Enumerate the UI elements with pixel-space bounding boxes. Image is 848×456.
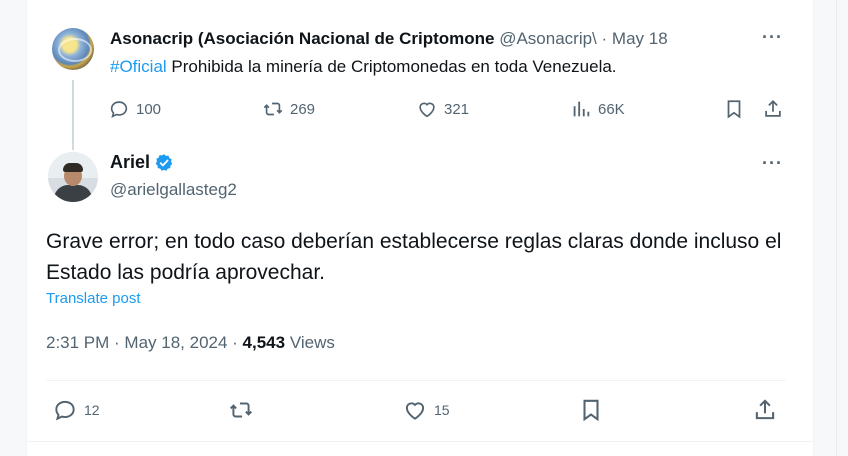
like-count: 15 xyxy=(434,402,450,418)
reply-icon xyxy=(55,400,75,421)
repost-icon xyxy=(263,102,283,116)
column-border xyxy=(836,0,837,456)
quoted-tweet-text: #Oficial Prohibida la minería de Criptom… xyxy=(110,56,617,78)
quoted-date[interactable]: May 18 xyxy=(612,29,668,48)
reply-icon xyxy=(110,101,128,118)
quoted-like-button[interactable]: 321 xyxy=(416,98,469,120)
reply-views-count: 4,543 xyxy=(242,333,286,352)
quoted-views-count: 66K xyxy=(598,100,625,118)
bookmark-icon[interactable] xyxy=(578,397,604,423)
reply-header: Ariel xyxy=(110,152,174,173)
action-divider xyxy=(46,380,786,381)
asonacrip-avatar[interactable] xyxy=(52,28,94,70)
reply-views-label: Views xyxy=(285,333,335,352)
reply-button[interactable]: 12 xyxy=(52,397,100,423)
reply-body-text: Grave error; en todo caso deberían estab… xyxy=(46,230,782,284)
translate-post-link[interactable]: Translate post xyxy=(46,290,141,307)
share-icon[interactable] xyxy=(762,98,784,120)
quoted-like-count: 321 xyxy=(444,100,470,118)
verified-badge-icon[interactable] xyxy=(154,153,174,173)
quoted-display-name[interactable]: Asonacrip (Asociación Nacional de Cripto… xyxy=(110,29,494,48)
quoted-tweet-header: Asonacrip (Asociación Nacional de Cripto… xyxy=(110,28,668,50)
reply-more-menu[interactable]: ··· xyxy=(762,153,783,174)
quoted-repost-button[interactable]: 269 xyxy=(262,98,315,120)
heart-icon xyxy=(419,102,435,118)
quoted-repost-count: 269 xyxy=(290,100,316,118)
analytics-icon xyxy=(573,101,590,117)
reply-meta: 2:31 PM · May 18, 2024 · 4,543 Views xyxy=(46,333,335,353)
hashtag-link[interactable]: #Oficial xyxy=(110,57,167,76)
repost-button[interactable] xyxy=(228,397,260,423)
reply-handle[interactable]: @arielgallasteg2 xyxy=(110,180,237,200)
repost-icon xyxy=(230,402,252,418)
quoted-separator: · xyxy=(601,29,608,48)
quoted-views-button[interactable]: 66K xyxy=(570,98,625,120)
quoted-handle[interactable]: @Asonacrip\ xyxy=(499,29,597,48)
card-bottom-border xyxy=(26,441,814,442)
share-icon[interactable] xyxy=(752,397,778,423)
quoted-reply-count: 100 xyxy=(136,100,162,118)
thread-connector xyxy=(72,80,74,150)
quoted-text-body: Prohibida la minería de Criptomonedas en… xyxy=(166,57,617,76)
reply-display-name[interactable]: Ariel xyxy=(110,152,150,173)
like-button[interactable]: 15 xyxy=(402,397,450,423)
ariel-avatar[interactable] xyxy=(48,152,98,202)
quoted-reply-button[interactable]: 100 xyxy=(108,98,161,120)
heart-icon xyxy=(405,402,425,420)
quoted-more-menu[interactable]: ··· xyxy=(762,27,783,48)
bookmark-icon[interactable] xyxy=(723,98,745,120)
reply-count: 12 xyxy=(84,402,100,418)
reply-timestamp[interactable]: 2:31 PM · May 18, 2024 · xyxy=(46,333,243,352)
